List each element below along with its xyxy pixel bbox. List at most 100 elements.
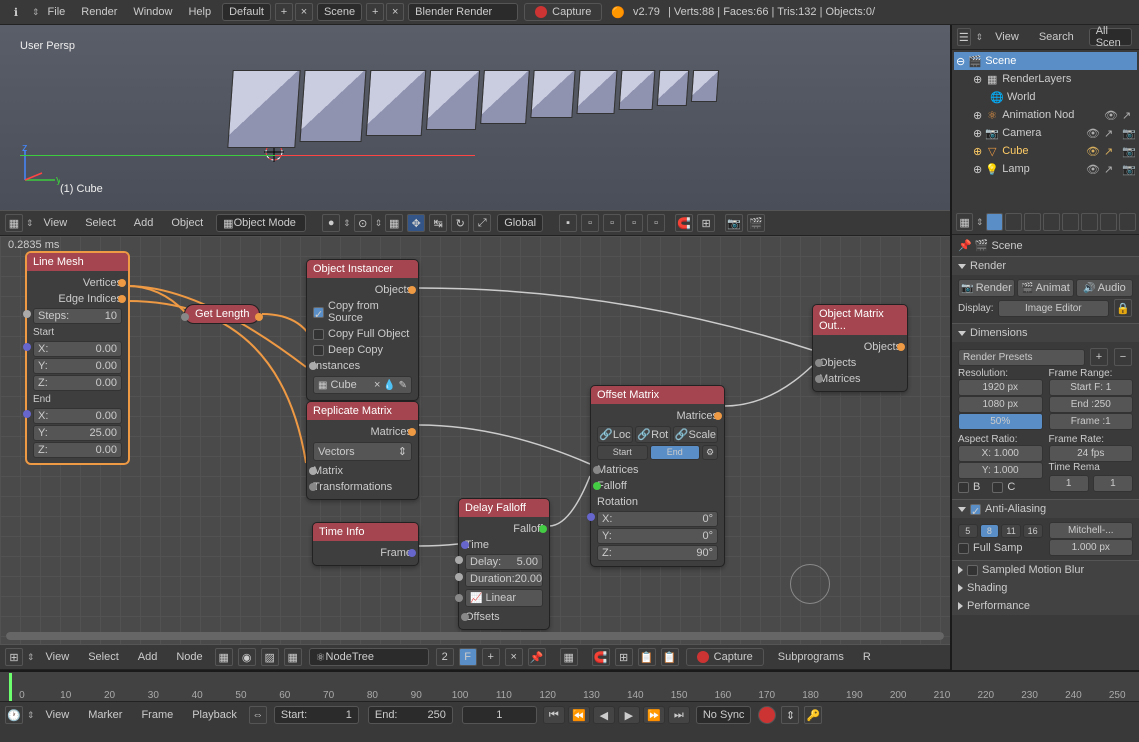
full-sample-checkbox[interactable]: [958, 543, 969, 554]
keying-set-icon[interactable]: ⇕: [781, 706, 799, 724]
paste-nodes-icon[interactable]: 📋: [661, 648, 679, 666]
remap-new-field[interactable]: 1: [1093, 475, 1133, 492]
steps-field[interactable]: Steps:10: [33, 308, 122, 324]
dimensions-panel-header[interactable]: Dimensions: [952, 324, 1139, 342]
duration-field[interactable]: Duration:20.00: [465, 571, 543, 587]
remove-layout-button[interactable]: ×: [295, 3, 313, 21]
mode-dropdown[interactable]: ▦ Object Mode: [216, 214, 306, 232]
world-tab-icon[interactable]: [1043, 213, 1060, 231]
tree-item-animation-nodes[interactable]: ⊕⚛Animation Nod👁↗: [954, 106, 1137, 124]
r-menu[interactable]: R: [855, 651, 879, 663]
add-menu-node[interactable]: Add: [130, 651, 166, 663]
auto-keyframe-button[interactable]: [758, 706, 776, 724]
add-menu-3d[interactable]: Add: [126, 217, 162, 229]
start-tab[interactable]: Start: [597, 445, 648, 460]
editor-3d-icon[interactable]: ▦: [5, 214, 23, 232]
rot-z-field[interactable]: Z:90°: [597, 545, 718, 561]
scene-dropdown[interactable]: Scene: [317, 3, 362, 21]
rot-tab[interactable]: 🔗Rot: [635, 426, 671, 443]
end-y-field[interactable]: Y:25.00: [33, 425, 122, 441]
subprograms-menu[interactable]: Subprograms: [770, 651, 852, 663]
audio-button[interactable]: 🔊Audio: [1076, 279, 1133, 297]
aa-size-field[interactable]: 1.000 px: [1049, 539, 1134, 556]
tree-item-cube[interactable]: ⊕▽Cube👁↗📷: [954, 142, 1137, 160]
start-x-field[interactable]: X:0.00: [33, 341, 122, 357]
tree-item-scene[interactable]: ⊖🎬Scene: [954, 52, 1137, 70]
end-z-field[interactable]: Z:0.00: [33, 442, 122, 458]
manipulator-icon[interactable]: ✥: [407, 214, 425, 232]
aspect-y-field[interactable]: Y: 1.000: [958, 462, 1043, 479]
snap-node-type-icon[interactable]: ⊞: [615, 648, 633, 666]
offset-settings-button[interactable]: ⚙: [702, 445, 718, 460]
pin-icon[interactable]: 📌: [528, 648, 546, 666]
aa-filter-dropdown[interactable]: Mitchell-...: [1049, 522, 1134, 539]
end-tab[interactable]: End: [650, 445, 701, 460]
end-frame-field[interactable]: End :250: [1049, 396, 1134, 413]
render-menu[interactable]: Render: [73, 6, 125, 18]
end-x-field[interactable]: X:0.00: [33, 408, 122, 424]
mblur-checkbox[interactable]: [967, 565, 978, 576]
aa-5-button[interactable]: 5: [958, 524, 978, 538]
border-checkbox[interactable]: [958, 482, 969, 493]
layer-03-button[interactable]: ▫: [603, 214, 621, 232]
node-object-matrix-output[interactable]: Object Matrix Out... Objects Objects Mat…: [812, 304, 908, 392]
outliner-filter-dropdown[interactable]: All Scen: [1089, 28, 1132, 46]
render-preset-dropdown[interactable]: Render Presets: [958, 349, 1085, 366]
props-editor-icon[interactable]: ▦: [956, 213, 973, 231]
object-menu-3d[interactable]: Object: [163, 217, 211, 229]
res-x-field[interactable]: 1920 px: [958, 379, 1043, 396]
backdrop-icon[interactable]: ▦: [560, 648, 578, 666]
capture-button[interactable]: Capture: [524, 3, 602, 21]
capture-node-button[interactable]: Capture: [686, 648, 764, 666]
users-count[interactable]: 2: [436, 648, 454, 666]
animation-button[interactable]: 🎬Animat: [1017, 279, 1074, 297]
node-line-mesh[interactable]: Line Mesh Vertices Edge Indices Steps:10…: [26, 252, 129, 464]
outliner-search-menu[interactable]: Search: [1031, 31, 1082, 43]
aspect-x-field[interactable]: X: 1.000: [958, 445, 1043, 462]
modifiers-tab-icon[interactable]: [1100, 213, 1117, 231]
manip-scale-icon[interactable]: ⤢: [473, 214, 491, 232]
node-offset-matrix[interactable]: Offset Matrix Matrices 🔗Loc 🔗Rot 🔗Scale …: [590, 385, 725, 567]
tree-type-1-icon[interactable]: ▦: [215, 648, 233, 666]
snap-node-icon[interactable]: 🧲: [592, 648, 610, 666]
manip-translate-icon[interactable]: ↹: [429, 214, 447, 232]
manip-rotate-icon[interactable]: ↻: [451, 214, 469, 232]
data-tab-icon[interactable]: [1119, 213, 1136, 231]
render-button[interactable]: 📷Render: [958, 279, 1015, 297]
copy-nodes-icon[interactable]: 📋: [638, 648, 656, 666]
help-menu[interactable]: Help: [180, 6, 219, 18]
timeline-view-menu[interactable]: View: [38, 709, 78, 721]
render-tab-icon[interactable]: [986, 213, 1003, 231]
performance-panel-header[interactable]: Performance: [952, 597, 1139, 615]
timeline-editor-icon[interactable]: 🕐: [5, 706, 23, 724]
deep-copy-checkbox[interactable]: Deep Copy: [313, 342, 412, 358]
remove-preset-button[interactable]: −: [1114, 348, 1132, 366]
tree-type-4-icon[interactable]: ▦: [284, 648, 302, 666]
pivot-icon[interactable]: ⊙: [354, 214, 372, 232]
render-panel-header[interactable]: Render: [952, 257, 1139, 275]
play-reverse-button[interactable]: ◀: [593, 706, 615, 724]
scene-tab-icon[interactable]: [1024, 213, 1041, 231]
info-editor-icon[interactable]: ℹ: [5, 3, 27, 21]
remove-tree-button[interactable]: ×: [505, 648, 523, 666]
object-tab-icon[interactable]: [1062, 213, 1079, 231]
layer-04-button[interactable]: ▫: [625, 214, 643, 232]
add-scene-button[interactable]: +: [366, 3, 384, 21]
tree-item-renderlayers[interactable]: ⊕▦RenderLayers: [954, 70, 1137, 88]
snap-icon[interactable]: 🧲: [675, 214, 693, 232]
play-button[interactable]: ▶: [618, 706, 640, 724]
render-preview-icon[interactable]: 📷: [725, 214, 743, 232]
keyframe-next-button[interactable]: ⏩: [643, 706, 665, 724]
tree-item-camera[interactable]: ⊕📷Camera👁↗📷: [954, 124, 1137, 142]
end-frame-field[interactable]: End: 250: [368, 706, 453, 724]
render-anim-icon[interactable]: 🎬: [747, 214, 765, 232]
outliner-icon[interactable]: ☰: [957, 28, 971, 46]
jump-end-button[interactable]: ⏭: [668, 706, 690, 724]
screen-layout-dropdown[interactable]: Default: [222, 3, 271, 21]
remove-scene-button[interactable]: ×: [386, 3, 404, 21]
copy-full-checkbox[interactable]: Copy Full Object: [313, 326, 412, 342]
outliner-tree[interactable]: ⊖🎬Scene ⊕▦RenderLayers 🌐World ⊕⚛Animatio…: [952, 50, 1139, 180]
layer-05-button[interactable]: ▫: [647, 214, 665, 232]
aa-8-button[interactable]: 8: [980, 524, 1000, 538]
add-preset-button[interactable]: +: [1090, 348, 1108, 366]
